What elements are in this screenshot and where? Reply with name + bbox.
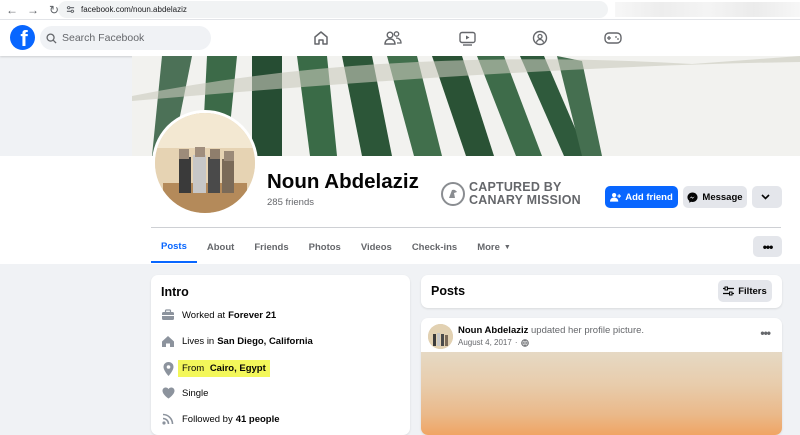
rss-icon	[161, 412, 175, 426]
from-prefix: From	[182, 363, 205, 374]
post-image[interactable]	[421, 352, 782, 435]
work-prefix: Worked at	[182, 309, 226, 321]
back-icon[interactable]: ←	[3, 1, 21, 19]
message-label: Message	[702, 191, 743, 203]
capture-watermark: CAPTURED BY CANARY MISSION	[441, 181, 581, 207]
post-header: Noun Abdelaziz updated her profile pictu…	[458, 325, 644, 336]
post-meta: August 4, 2017 ·	[458, 338, 529, 347]
tab-friends[interactable]: Friends	[244, 231, 298, 263]
message-button[interactable]: Message	[683, 186, 747, 208]
caret-down-icon: ▼	[503, 243, 511, 251]
search-input[interactable]: Search Facebook	[40, 26, 211, 50]
friends-count[interactable]: 285 friends	[267, 197, 314, 208]
posts-header-card: Posts Filters	[421, 275, 782, 308]
location-pin-icon	[161, 361, 175, 376]
watch-icon[interactable]	[457, 29, 477, 47]
groups-icon[interactable]	[530, 29, 550, 47]
intro-item-work: Worked at Forever 21	[161, 308, 276, 322]
post-date[interactable]: August 4, 2017	[458, 338, 512, 347]
more-options-button[interactable]: •••	[753, 236, 782, 257]
followers-count[interactable]: 41 people	[236, 414, 280, 425]
lives-prefix: Lives in	[182, 335, 215, 347]
intro-item-relationship: Single	[161, 386, 208, 400]
tab-more-label: More	[477, 241, 500, 253]
relationship-status: Single	[182, 387, 209, 399]
home-icon	[161, 334, 175, 348]
work-place[interactable]: Forever 21	[228, 310, 276, 321]
watermark-seal-icon	[441, 182, 465, 206]
watermark-line-2: CANARY MISSION	[469, 193, 581, 207]
blurred-toolbar-area	[615, 2, 800, 17]
chevron-down-icon	[760, 194, 770, 200]
post-author-avatar[interactable]	[428, 324, 453, 349]
posts-title: Posts	[431, 284, 466, 298]
add-friend-label: Add friend	[625, 191, 673, 203]
from-place[interactable]: Cairo, Egypt	[210, 363, 266, 374]
profile-tabs: Posts About Friends Photos Videos Check-…	[151, 231, 521, 265]
intro-item-followers: Followed by 41 people	[161, 412, 280, 426]
add-person-icon	[610, 193, 622, 202]
globe-icon	[520, 338, 529, 347]
home-icon[interactable]	[311, 29, 331, 47]
forward-icon[interactable]: →	[24, 1, 42, 19]
tab-about[interactable]: About	[197, 231, 244, 263]
tab-photos[interactable]: Photos	[299, 231, 351, 263]
header-divider	[151, 227, 781, 228]
filter-sliders-icon	[723, 286, 735, 296]
facebook-logo-icon[interactable]: f	[10, 25, 35, 50]
facebook-top-nav: f Search Facebook	[0, 20, 800, 56]
tab-more[interactable]: More ▼	[467, 231, 521, 263]
post-options-button[interactable]: •••	[760, 326, 771, 340]
gaming-icon[interactable]	[603, 29, 623, 47]
tab-posts[interactable]: Posts	[151, 231, 197, 263]
intro-item-lives: Lives in San Diego, California	[161, 334, 313, 348]
tab-check-ins[interactable]: Check-ins	[402, 231, 467, 263]
filters-label: Filters	[738, 285, 767, 297]
search-placeholder: Search Facebook	[62, 32, 145, 44]
post-author-name[interactable]: Noun Abdelaziz	[458, 325, 528, 336]
address-bar[interactable]: facebook.com/noun.abdelaziz	[58, 1, 608, 18]
briefcase-icon	[161, 308, 175, 322]
browser-toolbar: ← → ↻ facebook.com/noun.abdelaziz	[0, 0, 800, 20]
tab-videos[interactable]: Videos	[351, 231, 402, 263]
url-text: facebook.com/noun.abdelaziz	[81, 5, 187, 14]
intro-title: Intro	[161, 285, 189, 299]
profile-avatar[interactable]	[152, 110, 258, 216]
filters-button[interactable]: Filters	[718, 280, 772, 302]
intro-item-from: From Cairo, Egypt	[161, 360, 270, 377]
profile-options-button[interactable]	[752, 186, 782, 208]
post-action: updated her profile picture.	[531, 325, 645, 336]
lives-place[interactable]: San Diego, California	[217, 336, 313, 347]
search-icon	[46, 32, 57, 44]
site-settings-icon[interactable]	[66, 5, 75, 14]
messenger-icon	[687, 191, 698, 203]
add-friend-button[interactable]: Add friend	[605, 186, 678, 208]
post-card: Noun Abdelaziz updated her profile pictu…	[421, 318, 782, 435]
intro-card: Intro Worked at Forever 21 Lives in San …	[151, 275, 410, 435]
from-highlight: From Cairo, Egypt	[178, 360, 270, 377]
profile-name: Noun Abdelaziz	[267, 170, 419, 193]
followers-prefix: Followed by	[182, 413, 233, 425]
post-meta-separator: ·	[514, 338, 518, 347]
heart-icon	[161, 386, 175, 400]
friends-icon[interactable]	[383, 29, 403, 47]
